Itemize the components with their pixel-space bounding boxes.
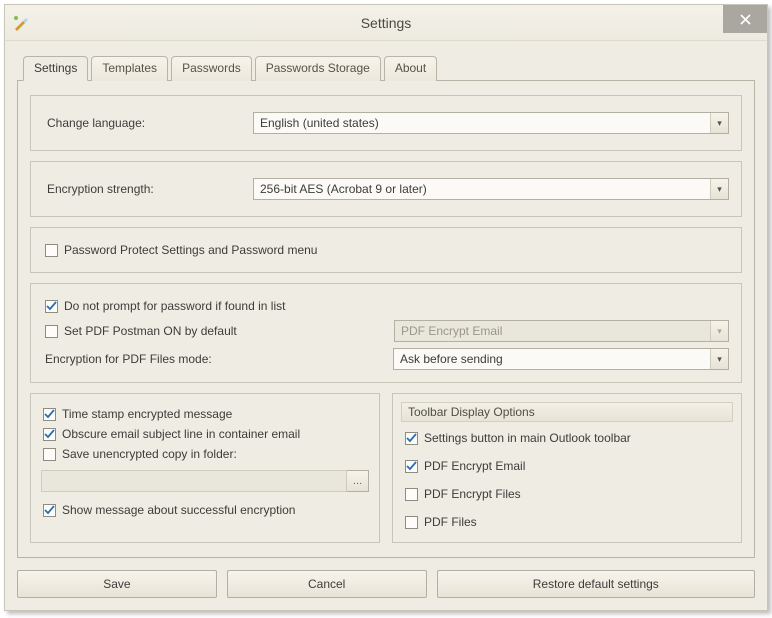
encryption-label: Encryption strength: (43, 182, 253, 196)
settings-window: Settings Settings Templates Passwords Pa… (4, 4, 768, 611)
tb-settings-checkbox[interactable] (405, 432, 418, 445)
restore-defaults-button[interactable]: Restore default settings (437, 570, 755, 598)
chevron-down-icon: ▾ (710, 113, 728, 133)
group-message-options: Time stamp encrypted message Obscure ema… (30, 393, 380, 543)
encryption-select[interactable]: 256-bit AES (Acrobat 9 or later) ▾ (253, 178, 729, 200)
button-row: Save Cancel Restore default settings (17, 570, 755, 598)
tb-pdf-files-checkbox[interactable] (405, 516, 418, 529)
toolbar-options-title: Toolbar Display Options (401, 402, 733, 422)
tab-passwords-storage[interactable]: Passwords Storage (255, 56, 381, 81)
group-encryption: Encryption strength: 256-bit AES (Acroba… (30, 161, 742, 217)
chevron-down-icon: ▾ (710, 349, 728, 369)
obscure-checkbox[interactable] (43, 428, 56, 441)
group-language: Change language: English (united states)… (30, 95, 742, 151)
tab-settings[interactable]: Settings (23, 56, 88, 81)
language-label: Change language: (43, 116, 253, 130)
tb-encrypt-files-checkbox[interactable] (405, 488, 418, 501)
postman-default-checkbox[interactable] (45, 325, 58, 338)
no-prompt-checkbox[interactable] (45, 300, 58, 313)
tb-pdf-files-label: PDF Files (424, 515, 477, 529)
close-button[interactable] (723, 5, 767, 33)
postman-mode-select: PDF Encrypt Email ▾ (394, 320, 729, 342)
save-button[interactable]: Save (17, 570, 217, 598)
tb-encrypt-email-checkbox[interactable] (405, 460, 418, 473)
content-area: Settings Templates Passwords Passwords S… (5, 41, 767, 610)
tab-panel-settings: Change language: English (united states)… (17, 80, 755, 558)
tab-about[interactable]: About (384, 56, 437, 81)
show-msg-label: Show message about successful encryption (62, 503, 295, 517)
folder-input (41, 470, 347, 492)
show-msg-checkbox[interactable] (43, 504, 56, 517)
group-prompt: Do not prompt for password if found in l… (30, 283, 742, 383)
obscure-label: Obscure email subject line in container … (62, 427, 300, 441)
timestamp-label: Time stamp encrypted message (62, 407, 232, 421)
language-select[interactable]: English (united states) ▾ (253, 112, 729, 134)
tb-encrypt-email-label: PDF Encrypt Email (424, 459, 525, 473)
encryption-value: 256-bit AES (Acrobat 9 or later) (254, 182, 710, 196)
chevron-down-icon: ▾ (710, 321, 728, 341)
window-title: Settings (5, 15, 767, 31)
titlebar: Settings (5, 5, 767, 41)
postman-default-label: Set PDF Postman ON by default (64, 324, 237, 338)
save-copy-checkbox[interactable] (43, 448, 56, 461)
chevron-down-icon: ▾ (710, 179, 728, 199)
no-prompt-label: Do not prompt for password if found in l… (64, 299, 285, 313)
tb-encrypt-files-label: PDF Encrypt Files (424, 487, 521, 501)
files-mode-value: Ask before sending (394, 352, 710, 366)
app-icon (13, 15, 29, 31)
language-value: English (united states) (254, 116, 710, 130)
postman-mode-value: PDF Encrypt Email (395, 324, 710, 338)
protect-settings-label: Password Protect Settings and Password m… (64, 243, 317, 257)
tab-passwords[interactable]: Passwords (171, 56, 252, 81)
tb-settings-label: Settings button in main Outlook toolbar (424, 431, 631, 445)
files-mode-select[interactable]: Ask before sending ▾ (393, 348, 729, 370)
cancel-button[interactable]: Cancel (227, 570, 427, 598)
save-copy-label: Save unencrypted copy in folder: (62, 447, 237, 461)
group-protect: Password Protect Settings and Password m… (30, 227, 742, 273)
tab-templates[interactable]: Templates (91, 56, 168, 81)
files-mode-label: Encryption for PDF Files mode: (43, 352, 381, 366)
tabstrip: Settings Templates Passwords Passwords S… (17, 55, 755, 80)
folder-browse-button[interactable]: … (347, 470, 369, 492)
timestamp-checkbox[interactable] (43, 408, 56, 421)
group-toolbar-options: Toolbar Display Options Settings button … (392, 393, 742, 543)
protect-settings-checkbox[interactable] (45, 244, 58, 257)
